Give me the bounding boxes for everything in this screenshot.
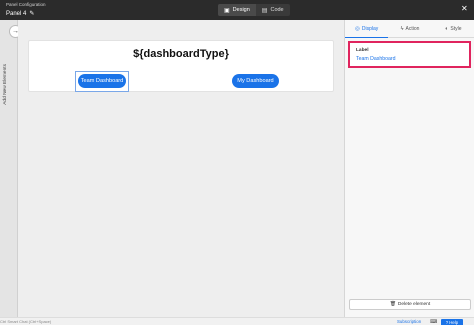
trash-icon: 🗑 [389, 302, 396, 307]
design-icon: ▣ [224, 7, 230, 14]
code-icon: ▤ [261, 7, 268, 14]
keyboard-icon[interactable]: ⌨ [430, 319, 437, 325]
panel-title[interactable]: ${dashboardType} [29, 48, 333, 60]
panel-config-subtitle: Panel Configuration [6, 2, 46, 7]
label-property[interactable]: Label Team Dashboard [348, 41, 471, 68]
properties-tabs: ◎ Display ϟ Action ◐ Style [345, 20, 474, 38]
panel-card: ${dashboardType} Team Dashboard My Dashb… [28, 40, 334, 92]
label-field-label: Label [356, 48, 369, 53]
help-label: Help [449, 319, 459, 325]
close-icon[interactable]: ✕ [461, 4, 468, 13]
status-bar: Ctrl Smart Chat (Ctrl+Space) Subscriptio… [0, 317, 474, 325]
team-dashboard-button[interactable]: Team Dashboard [78, 74, 126, 88]
tab-design-label: Design [232, 7, 250, 13]
bolt-icon: ϟ [400, 26, 404, 32]
subscription-link[interactable]: Subscription [397, 319, 421, 324]
my-dashboard-button[interactable]: My Dashboard [232, 74, 279, 88]
tab-design[interactable]: ▣ Design [218, 4, 256, 16]
tab-style[interactable]: ◐ Style [432, 20, 474, 38]
panel-name[interactable]: Panel 4 ✎ [6, 10, 34, 18]
delete-element-label: Delete element [397, 302, 431, 307]
tab-code-label: Code [270, 7, 284, 13]
tab-action[interactable]: ϟ Action [388, 20, 431, 38]
help-icon: ? [445, 319, 449, 325]
tab-code[interactable]: ▤ Code [256, 4, 290, 16]
elements-sidebar: → Add New Elements [0, 20, 22, 317]
display-icon: ◎ [355, 25, 360, 32]
tab-display[interactable]: ◎ Display [345, 20, 389, 38]
tab-display-label: Display [361, 25, 379, 32]
design-canvas: ${dashboardType} Team Dashboard My Dashb… [18, 20, 344, 317]
help-button[interactable]: ? Help [441, 318, 463, 325]
mode-switch: ▣ Design ▤ Code [218, 4, 290, 16]
smart-chat-hint: Ctrl Smart Chat (Ctrl+Space) [0, 319, 52, 324]
pencil-icon[interactable]: ✎ [29, 10, 34, 17]
delete-element-button[interactable]: 🗑 Delete element [349, 299, 471, 310]
panel-name-label: Panel 4 [6, 10, 27, 17]
tab-action-label: Action [405, 26, 420, 32]
tab-style-label: Style [450, 26, 462, 32]
properties-panel: ◎ Display ϟ Action ◐ Style Label Team Da… [344, 20, 474, 317]
add-new-elements-label[interactable]: Add New Elements [3, 64, 8, 105]
label-field-value[interactable]: Team Dashboard [356, 56, 396, 62]
top-bar: Panel Configuration Panel 4 ✎ ▣ Design ▤… [0, 0, 474, 20]
palette-icon: ◐ [445, 26, 449, 32]
